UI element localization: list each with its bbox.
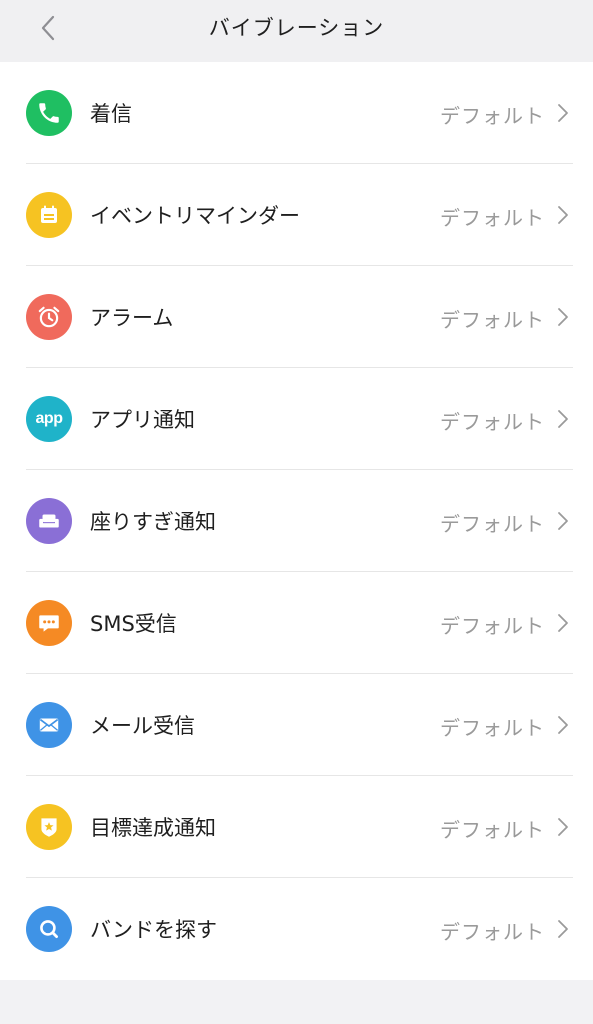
item-label: 着信 bbox=[90, 102, 132, 126]
item-value: デフォルト bbox=[440, 920, 545, 944]
item-value: デフォルト bbox=[440, 410, 545, 434]
chevron-right-icon bbox=[558, 920, 568, 938]
vibration-settings-screen: バイブレーション 着信 デフォルト イベントリマインダー デフォルト アラーム … bbox=[0, 0, 593, 1024]
list-item-find-band[interactable]: バンドを探す デフォルト bbox=[0, 878, 593, 980]
item-label: 座りすぎ通知 bbox=[90, 510, 216, 534]
chevron-right-icon bbox=[558, 206, 568, 224]
list-item-idle-alert[interactable]: 座りすぎ通知 デフォルト bbox=[0, 470, 593, 572]
chevron-right-icon bbox=[558, 614, 568, 632]
item-value: デフォルト bbox=[440, 206, 545, 230]
item-label: 目標達成通知 bbox=[90, 816, 216, 840]
search-icon bbox=[26, 906, 72, 952]
item-value: デフォルト bbox=[440, 818, 545, 842]
app-icon: app bbox=[26, 396, 72, 442]
page-title: バイブレーション bbox=[208, 16, 385, 40]
item-label: SMS受信 bbox=[90, 612, 177, 636]
item-value: デフォルト bbox=[440, 512, 545, 536]
item-label: メール受信 bbox=[90, 714, 195, 738]
chevron-right-icon bbox=[558, 716, 568, 734]
calendar-icon bbox=[26, 192, 72, 238]
header: バイブレーション bbox=[0, 0, 593, 62]
chevron-right-icon bbox=[558, 818, 568, 836]
item-label: バンドを探す bbox=[90, 918, 218, 942]
item-label: イベントリマインダー bbox=[90, 204, 300, 228]
item-value: デフォルト bbox=[440, 716, 545, 740]
phone-icon bbox=[26, 90, 72, 136]
alarm-clock-icon bbox=[26, 294, 72, 340]
item-value: デフォルト bbox=[440, 308, 545, 332]
list-item-sms[interactable]: SMS受信 デフォルト bbox=[0, 572, 593, 674]
item-value: デフォルト bbox=[440, 104, 545, 128]
item-label: アラーム bbox=[90, 306, 174, 330]
sofa-icon bbox=[26, 498, 72, 544]
list-item-mail[interactable]: メール受信 デフォルト bbox=[0, 674, 593, 776]
list-item-incoming-call[interactable]: 着信 デフォルト bbox=[0, 62, 593, 164]
list-item-event-reminder[interactable]: イベントリマインダー デフォルト bbox=[0, 164, 593, 266]
list-item-app-notification[interactable]: app アプリ通知 デフォルト bbox=[0, 368, 593, 470]
mail-icon bbox=[26, 702, 72, 748]
app-icon-text: app bbox=[35, 410, 63, 427]
badge-star-icon bbox=[26, 804, 72, 850]
chevron-right-icon bbox=[558, 410, 568, 428]
chevron-right-icon bbox=[558, 512, 568, 530]
message-icon bbox=[26, 600, 72, 646]
item-label: アプリ通知 bbox=[90, 408, 195, 432]
chevron-right-icon bbox=[558, 104, 568, 122]
vibration-list: 着信 デフォルト イベントリマインダー デフォルト アラーム デフォルト app… bbox=[0, 62, 593, 980]
chevron-right-icon bbox=[558, 308, 568, 326]
list-item-alarm[interactable]: アラーム デフォルト bbox=[0, 266, 593, 368]
item-value: デフォルト bbox=[440, 614, 545, 638]
list-item-goal-achieved[interactable]: 目標達成通知 デフォルト bbox=[0, 776, 593, 878]
